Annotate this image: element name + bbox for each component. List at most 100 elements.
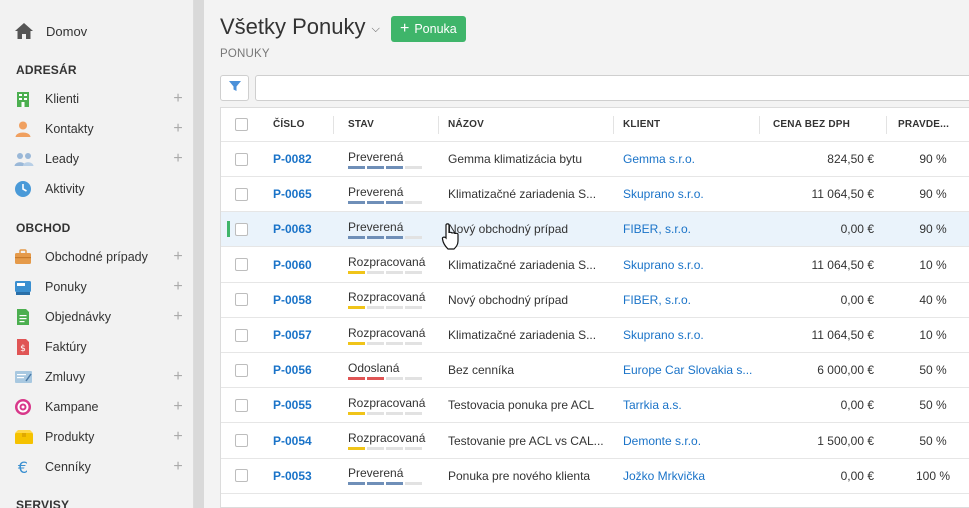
add-ponuka-button[interactable]: + Ponuka	[391, 16, 466, 42]
status-cell: Rozpracovaná	[348, 248, 443, 282]
sidebar-item-aktivity[interactable]: Aktivity	[14, 178, 184, 200]
row-checkbox[interactable]	[233, 177, 249, 211]
offer-number: P-0056	[273, 363, 312, 378]
sidebar-item-klienti[interactable]: Klienti +	[14, 88, 184, 110]
column-header-nazov[interactable]: NÁZOV	[448, 108, 613, 141]
client-name: Skuprano s.r.o.	[623, 187, 704, 202]
row-checkbox[interactable]	[233, 248, 249, 282]
table-row[interactable]: P-0065 Preverená Klimatizačné zariadenia S…	[221, 177, 969, 213]
column-header-klient[interactable]: KLIENT	[623, 108, 753, 141]
table-row[interactable]: P-0057 Rozpracovaná Klimatizačné zariadeni…	[221, 318, 969, 353]
search-input[interactable]	[255, 75, 969, 101]
offer-number-link[interactable]: P-0060	[273, 248, 343, 282]
offer-name: Klimatizačné zariadenia S...	[448, 257, 597, 272]
client-name: Gemma s.r.o.	[623, 152, 696, 166]
status-bar-segment	[348, 235, 365, 239]
add-leady-button[interactable]: +	[172, 151, 184, 167]
price-value: 0,00 €	[840, 222, 874, 237]
probability-value: 90 %	[919, 187, 947, 202]
sidebar-item-cenniky[interactable]: € Cenníky +	[14, 456, 184, 478]
sidebar-item-leady[interactable]: Leady +	[14, 148, 184, 170]
column-header-cena[interactable]: CENA BEZ DPH	[773, 108, 873, 141]
price-value: 824,50 €	[827, 152, 874, 166]
filter-button[interactable]	[220, 75, 249, 101]
offer-number-link[interactable]: P-0057	[273, 318, 343, 352]
table-row[interactable]: P-0055 Rozpracovaná Testovacia ponuka pre …	[221, 388, 969, 424]
add-kontakty-button[interactable]: +	[172, 121, 184, 137]
client-link[interactable]: Skuprano s.r.o.	[623, 177, 753, 211]
table-row[interactable]: P-0063 Preverená Nový obchodný prípad FIBER…	[221, 212, 969, 248]
status-bar-segment	[367, 447, 384, 451]
add-objednavky-button[interactable]: +	[172, 309, 184, 325]
column-separator	[613, 116, 614, 134]
status-label: Odoslaná	[348, 360, 400, 375]
table-row[interactable]: P-0054 Rozpracovaná Testovanie pre ACL vs …	[221, 424, 969, 459]
price-value: 0,00 €	[840, 292, 874, 307]
sidebar-item-produkty[interactable]: Produkty +	[14, 426, 184, 448]
status-bar-segment	[386, 200, 403, 204]
status-bar-segment	[367, 341, 384, 345]
column-header-stav[interactable]: STAV	[348, 108, 443, 141]
sidebar-item-kontakty[interactable]: Kontakty +	[14, 118, 184, 140]
offer-number-link[interactable]: P-0053	[273, 459, 343, 493]
status-bar-segment	[405, 376, 422, 380]
offer-name: Klimatizačné zariadenia S...	[448, 328, 597, 342]
view-selector[interactable]: Všetky Ponuky ⌵	[220, 14, 380, 40]
status-bar-segment	[405, 165, 422, 169]
sidebar-item-objednavky[interactable]: Objednávky +	[14, 306, 184, 328]
table-row[interactable]: P-0082 Preverená Gemma klimatizácia bytu Ge…	[221, 142, 969, 177]
add-klienti-button[interactable]: +	[172, 91, 184, 107]
table-row[interactable]: P-0058 Rozpracovaná Nový obchodný prípad FI…	[221, 283, 969, 318]
client-link[interactable]: FIBER, s.r.o.	[623, 283, 753, 317]
offer-number-link[interactable]: P-0065	[273, 177, 343, 211]
sidebar-item-label: Zmluvy	[45, 370, 86, 384]
sidebar-item-faktury[interactable]: $ Faktúry	[14, 336, 184, 358]
row-checkbox[interactable]	[233, 283, 249, 317]
row-checkbox[interactable]	[233, 318, 249, 352]
table-row[interactable]: P-0060 Rozpracovaná Klimatizačné zariadeni…	[221, 248, 969, 283]
select-all-checkbox[interactable]	[233, 108, 249, 141]
row-checkbox[interactable]	[233, 424, 249, 458]
offer-number-link[interactable]: P-0063	[273, 212, 343, 246]
column-header-pravdepodobnost[interactable]: PRAVDE...	[898, 108, 968, 141]
status-cell: Preverená	[348, 212, 443, 246]
client-link[interactable]: Demonte s.r.o.	[623, 424, 753, 458]
client-link[interactable]: Tarrkia a.s.	[623, 388, 753, 422]
add-kampane-button[interactable]: +	[172, 399, 184, 415]
client-link[interactable]: Skuprano s.r.o.	[623, 318, 753, 352]
offer-number-link[interactable]: P-0056	[273, 353, 343, 387]
sidebar-item-zmluvy[interactable]: Zmluvy +	[14, 366, 184, 388]
status-bar-segment	[386, 306, 403, 310]
offer-number-link[interactable]: P-0058	[273, 283, 343, 317]
offer-number: P-0060	[273, 257, 312, 272]
add-obchodne-pripady-button[interactable]: +	[172, 249, 184, 265]
row-checkbox[interactable]	[233, 142, 249, 176]
add-produkty-button[interactable]: +	[172, 429, 184, 445]
row-drag-handle[interactable]	[227, 221, 230, 238]
row-checkbox[interactable]	[233, 459, 249, 493]
client-link[interactable]: FIBER, s.r.o.	[623, 212, 753, 246]
client-link[interactable]: Skuprano s.r.o.	[623, 248, 753, 282]
table-row[interactable]: P-0056 Odoslaná Bez cenníka Europe Car Slov…	[221, 353, 969, 389]
status-progress	[348, 165, 422, 169]
ponuky-table: ČÍSLO STAV NÁZOV KLIENT CENA BEZ DPH PRA…	[220, 107, 969, 508]
row-checkbox[interactable]	[233, 388, 249, 422]
sidebar-item-home[interactable]: Domov	[14, 20, 87, 42]
add-zmluvy-button[interactable]: +	[172, 369, 184, 385]
sidebar-item-ponuky[interactable]: Ponuky +	[14, 276, 184, 298]
row-checkbox[interactable]	[233, 212, 249, 246]
status-bar-segment	[348, 376, 365, 380]
add-cenniky-button[interactable]: +	[172, 459, 184, 475]
table-row[interactable]: P-0053 Preverená Ponuka pre nového klienta…	[221, 459, 969, 494]
sidebar-item-kampane[interactable]: Kampane +	[14, 396, 184, 418]
client-link[interactable]: Europe Car Slovakia s...	[623, 353, 753, 387]
offer-number-link[interactable]: P-0054	[273, 424, 343, 458]
offer-number-link[interactable]: P-0082	[273, 142, 343, 176]
sidebar-item-obchodne-pripady[interactable]: Obchodné prípady +	[14, 246, 184, 268]
row-checkbox[interactable]	[233, 353, 249, 387]
add-ponuky-button[interactable]: +	[172, 279, 184, 295]
client-link[interactable]: Jožko Mrkvička	[623, 459, 753, 493]
client-link[interactable]: Gemma s.r.o.	[623, 142, 753, 176]
offer-number-link[interactable]: P-0055	[273, 388, 343, 422]
sidebar-item-label: Ponuky	[45, 280, 87, 294]
